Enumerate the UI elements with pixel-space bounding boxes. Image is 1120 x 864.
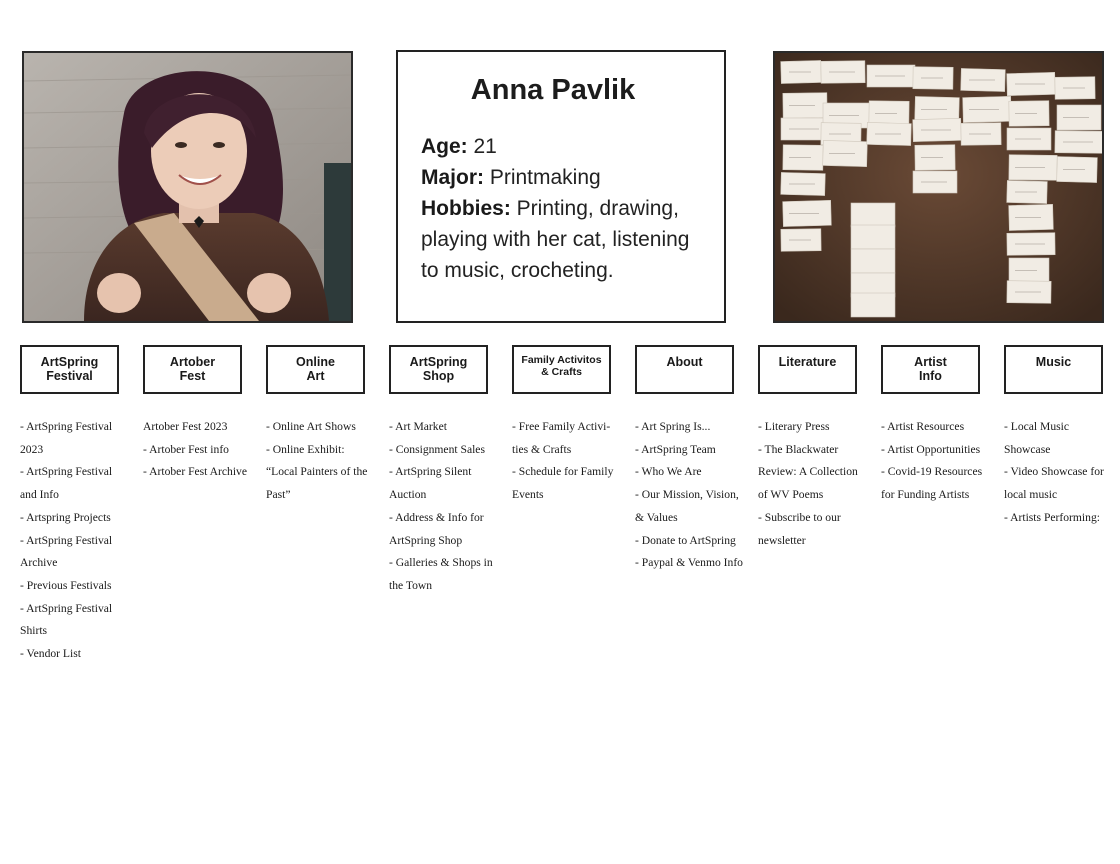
submenu-artspring-shop: - Art Market - Consignment Sales - ArtSp…	[389, 416, 497, 598]
nav-online-art[interactable]: Online Art	[266, 345, 365, 394]
submenu-artober-fest: Artober Fest 2023 - Artober Fest info - …	[143, 416, 251, 484]
index-cards-photo	[773, 51, 1104, 323]
submenu-link[interactable]: - ArtSpring Festival 2023	[20, 416, 128, 461]
submenu-link[interactable]: - Galleries & Shops in the Town	[389, 552, 497, 597]
nav-family-activities[interactable]: Family Activitos & Crafts	[512, 345, 611, 394]
nav-artspring-shop[interactable]: ArtSpring Shop	[389, 345, 488, 394]
submenu-link[interactable]: - ArtSpring Festival Shirts	[20, 598, 128, 643]
submenu-link[interactable]: - Previous Festivals	[20, 575, 128, 598]
submenu-music: - Local Music Showcase - Video Showcase …	[1004, 416, 1112, 530]
submenu-online-art: - Online Art Shows - Online Exhibit: “Lo…	[266, 416, 374, 507]
index-card	[850, 248, 896, 274]
submenu-link[interactable]: - Literary Press	[758, 416, 866, 439]
nav-artspring-festival[interactable]: ArtSpring Festival	[20, 345, 119, 394]
nav-literature[interactable]: Literature	[758, 345, 857, 394]
index-card	[850, 224, 896, 250]
submenu-link[interactable]: - Our Mission, Vision, & Values	[635, 484, 743, 529]
submenu-link[interactable]: - Artists Performing:	[1004, 507, 1112, 530]
nav-music[interactable]: Music	[1004, 345, 1103, 394]
submenu-link[interactable]: - The Blackwater Review: A Collection of…	[758, 439, 866, 507]
submenu-link[interactable]: - Donate to ArtSpring	[635, 530, 743, 553]
nav-label: Online Art	[296, 355, 335, 383]
submenu-about: - Art Spring Is... - ArtSpring Team - Wh…	[635, 416, 743, 575]
submenu-link[interactable]: - Artober Fest info	[143, 439, 251, 462]
submenu-link[interactable]: - Artist Opportunities	[881, 439, 989, 462]
portrait-photo	[22, 51, 353, 323]
nav-about[interactable]: About	[635, 345, 734, 394]
submenu-link[interactable]: - Artspring Projects	[20, 507, 128, 530]
submenu-family-activities: - Free Family Activi- ties & Crafts - Sc…	[512, 416, 620, 507]
submenu-link[interactable]: - Subscribe to our newsletter	[758, 507, 866, 552]
index-card	[850, 292, 896, 318]
submenu-link[interactable]: Artober Fest 2023	[143, 416, 251, 439]
nav-label: Family Activitos & Crafts	[521, 354, 602, 378]
nav-label: Music	[1035, 355, 1072, 369]
profile-details: Age: 21 Major: Printmaking Hobbies: Prin…	[421, 131, 711, 286]
submenu-link[interactable]: - Art Spring Is...	[635, 416, 743, 439]
submenu-link[interactable]: - Online Art Shows	[266, 416, 374, 439]
submenu-link[interactable]: - Local Music Showcase	[1004, 416, 1112, 461]
submenu-link[interactable]: - Paypal & Venmo Info	[635, 552, 743, 575]
submenu-link[interactable]: - Art Market	[389, 416, 497, 439]
profile-hobbies: Hobbies: Printing, drawing, playing with…	[421, 197, 690, 282]
submenu-literature: - Literary Press - The Blackwater Review…	[758, 416, 866, 552]
submenu-link[interactable]: - Vendor List	[20, 643, 128, 666]
submenu-link[interactable]: - Online Exhibit: “Local Painters of the…	[266, 439, 374, 507]
submenu-link[interactable]: - Free Family Activi- ties & Crafts	[512, 416, 620, 461]
nav-label: Artober Fest	[169, 355, 216, 383]
submenu-link[interactable]: - Who We Are	[635, 461, 743, 484]
submenu-link[interactable]: - Covid-19 Resources for Funding Artists	[881, 461, 989, 506]
nav-label: ArtSpring Festival	[40, 355, 99, 383]
profile-major: Major: Printmaking	[421, 166, 601, 189]
nav-artober-fest[interactable]: Artober Fest	[143, 345, 242, 394]
submenu-link[interactable]: - Address & Info for ArtSpring Shop	[389, 507, 497, 552]
submenu-link[interactable]: - Artist Resources	[881, 416, 989, 439]
nav-label: Artist Info	[914, 355, 947, 383]
profile-name: Anna Pavlik	[470, 74, 636, 106]
submenu-artist-info: - Artist Resources - Artist Opportunitie…	[881, 416, 989, 507]
submenu-link[interactable]: - ArtSpring Festival Archive	[20, 530, 128, 575]
submenu-link[interactable]: - Schedule for Family Events	[512, 461, 620, 506]
submenu-link[interactable]: - ArtSpring Team	[635, 439, 743, 462]
submenu-artspring-festival: - ArtSpring Festival 2023 - ArtSpring Fe…	[20, 416, 128, 666]
index-card	[850, 202, 896, 228]
profile-card: Anna Pavlik Age: 21 Major: Printmaking H…	[396, 50, 726, 323]
nav-artist-info[interactable]: Artist Info	[881, 345, 980, 394]
submenu-link[interactable]: - Consignment Sales	[389, 439, 497, 462]
submenu-link[interactable]: - ArtSpring Silent Auction	[389, 461, 497, 506]
submenu-link[interactable]: - Video Showcase for local music	[1004, 461, 1112, 506]
submenu-link[interactable]: - ArtSpring Festival and Info	[20, 461, 128, 506]
nav-label: ArtSpring Shop	[409, 355, 468, 383]
nav-label: Literature	[778, 355, 837, 369]
submenu-link[interactable]: - Artober Fest Archive	[143, 461, 251, 484]
profile-age: Age: 21	[421, 135, 497, 158]
nav-label: About	[666, 355, 703, 369]
